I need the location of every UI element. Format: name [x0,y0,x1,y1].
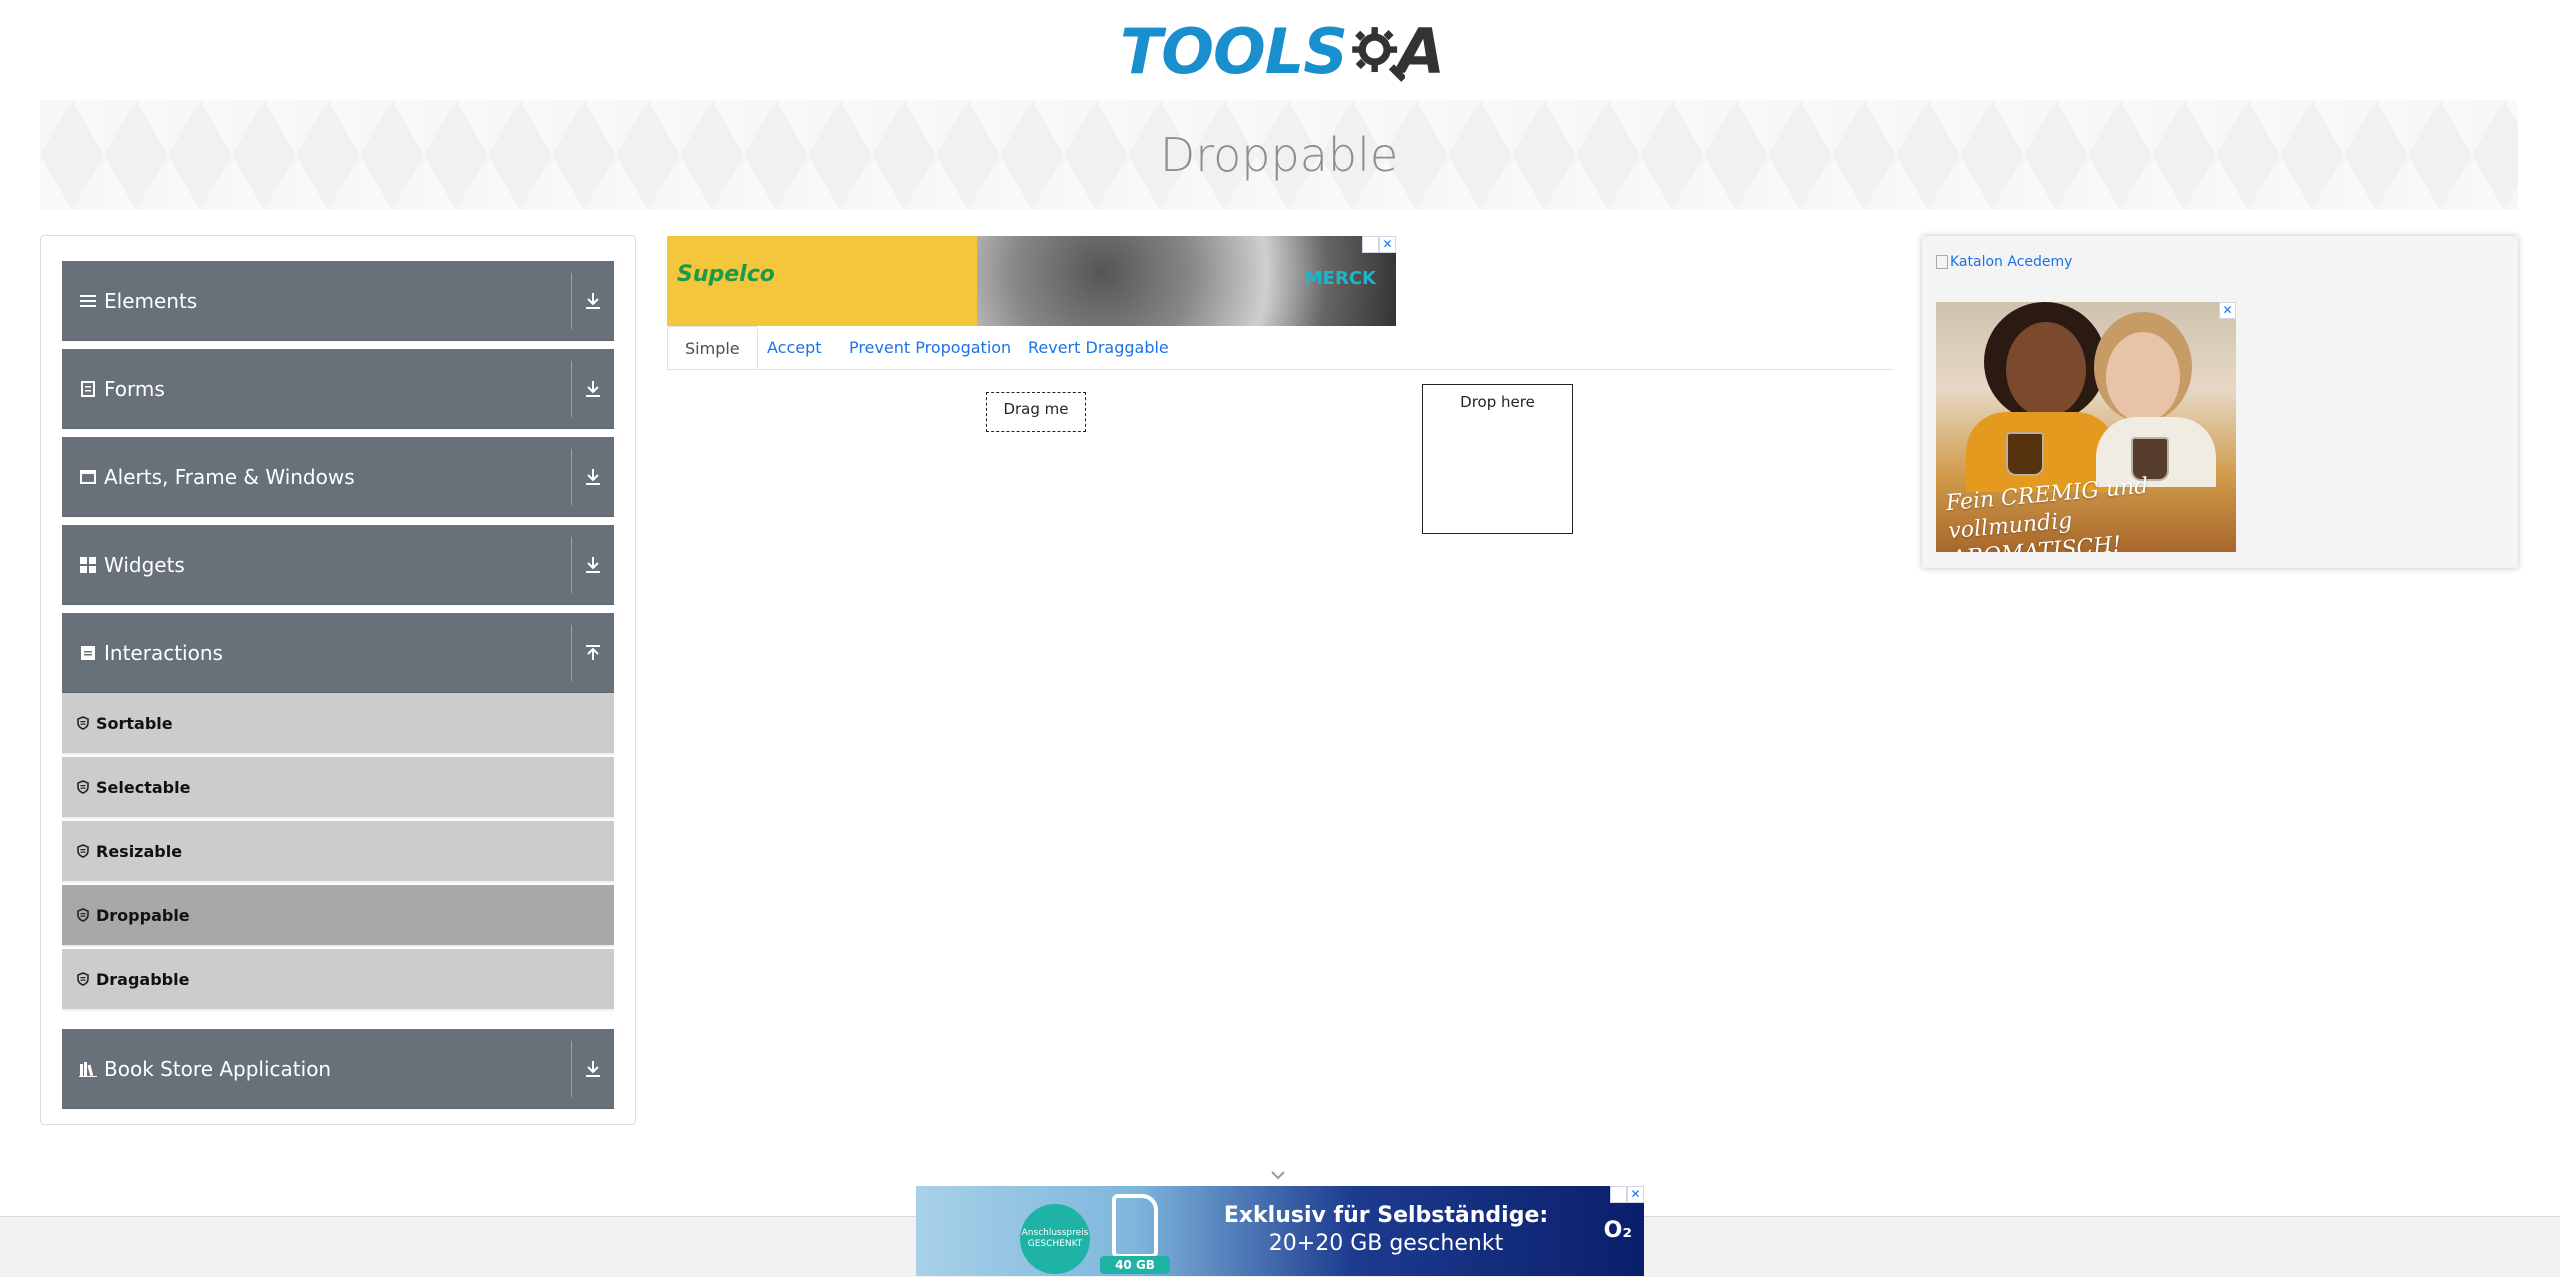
logo-a-text: A [1397,15,1445,88]
ad-gb-label: 40 GB [1100,1256,1170,1274]
sidebar-item-label: Selectable [96,777,191,797]
group-divider [571,273,572,329]
draggable-box[interactable]: Drag me [986,392,1086,432]
download-icon[interactable] [580,375,606,403]
o2-logo: O₂ [1603,1218,1632,1243]
right-ad-panel: Katalon Acedemy Fein CREMIG und vollmund… [1922,236,2518,568]
page-title: Droppable [1159,128,1399,182]
ad-brand-text: Supelco [677,262,775,287]
shield-icon [77,908,89,922]
window-icon [78,467,98,487]
sidebar: Elements Forms Alerts, Frame & Windows W… [40,235,636,1125]
shield-icon [77,844,89,858]
sidebar-group-label: Widgets [104,552,185,577]
ad-headline: Exklusiv für Selbständige: 20+20 GB gesc… [1186,1202,1586,1258]
sidebar-group-widgets[interactable]: Widgets [62,525,614,605]
tab-revert-draggable[interactable]: Revert Draggable [1011,326,1186,369]
sidebar-group-book-store[interactable]: Book Store Application [62,1029,614,1109]
ad-info-icon[interactable] [1610,1186,1627,1203]
sidebar-item-label: Droppable [96,905,190,925]
tab-simple[interactable]: Simple [667,326,758,369]
sidebar-group-label: Elements [104,288,198,313]
sidebar-item-label: Dragabble [96,969,190,989]
download-icon[interactable] [580,551,606,579]
group-divider [571,537,572,593]
group-divider [571,625,572,681]
ad-person-face [2006,322,2086,417]
shield-icon [77,716,89,730]
tab-prevent-propogation[interactable]: Prevent Propogation [832,326,1028,369]
sim-card-icon [1112,1194,1158,1258]
download-icon[interactable] [580,287,606,315]
ad-partner-text: MERCK [1304,268,1376,289]
sidebar-group-label: Book Store Application [104,1056,332,1081]
ad-close-icon[interactable]: ✕ [1379,236,1396,253]
sidebar-item-sortable[interactable]: Sortable [62,693,614,755]
sidebar-group-label: Interactions [104,640,223,665]
logo-tools-text: TOOLS [1120,15,1348,88]
ad-badge: Anschlusspreis GESCHENKT [1020,1204,1090,1274]
coffee-ad-image[interactable]: Fein CREMIG und vollmundig AROMATISCH! ✕ [1936,302,2236,552]
sidebar-item-label: Sortable [96,713,173,733]
sidebar-group-elements[interactable]: Elements [62,261,614,341]
sidebar-group-alerts[interactable]: Alerts, Frame & Windows [62,437,614,517]
books-icon [78,1059,98,1079]
droppable-tabs: Simple Accept Prevent Propogation Revert… [667,326,1893,370]
broken-image-icon [1936,255,1948,269]
ad-headline-line1: Exklusiv für Selbständige: [1223,1203,1549,1228]
upload-icon[interactable] [580,639,606,667]
form-icon [78,379,98,399]
sidebar-item-selectable[interactable]: Selectable [62,757,614,819]
ad-headline-line2: 20+20 GB geschenkt [1268,1231,1504,1256]
page-banner: Droppable [40,100,2518,210]
list-icon [78,291,98,311]
sidebar-item-droppable[interactable]: Droppable [62,885,614,947]
sidebar-item-resizable[interactable]: Resizable [62,821,614,883]
bottom-ad-banner[interactable]: Anschlusspreis GESCHENKT 40 GB Exklusiv … [916,1186,1644,1276]
interactions-icon [78,643,98,663]
katalon-link-text: Katalon Acedemy [1950,254,2073,270]
ad-info-icon[interactable] [1362,236,1379,253]
grid-icon [78,555,98,575]
sidebar-item-dragabble[interactable]: Dragabble [62,949,614,1011]
droppable-target[interactable]: Drop here [1422,384,1573,534]
coffee-cup-icon [2006,432,2044,476]
sidebar-group-label: Alerts, Frame & Windows [104,464,355,489]
katalon-academy-link[interactable]: Katalon Acedemy [1936,254,2072,270]
group-divider [571,1041,572,1097]
download-icon[interactable] [580,1055,606,1083]
top-ad-banner[interactable]: Supelco MERCK ✕ [667,236,1396,326]
chevron-down-icon[interactable] [1268,1168,1288,1182]
group-divider [571,449,572,505]
ad-person-face [2106,332,2180,422]
sidebar-item-label: Resizable [96,841,183,861]
tab-accept[interactable]: Accept [750,326,839,369]
sidebar-group-forms[interactable]: Forms [62,349,614,429]
shield-icon [77,972,89,986]
download-icon[interactable] [580,463,606,491]
ad-close-icon[interactable]: ✕ [2219,302,2236,319]
group-divider [571,361,572,417]
ad-close-icon[interactable]: ✕ [1627,1186,1644,1203]
toolsqa-logo[interactable]: TOOLS A [1120,14,1445,90]
sidebar-group-label: Forms [104,376,165,401]
sidebar-group-interactions[interactable]: Interactions [62,613,614,693]
shield-icon [77,780,89,794]
